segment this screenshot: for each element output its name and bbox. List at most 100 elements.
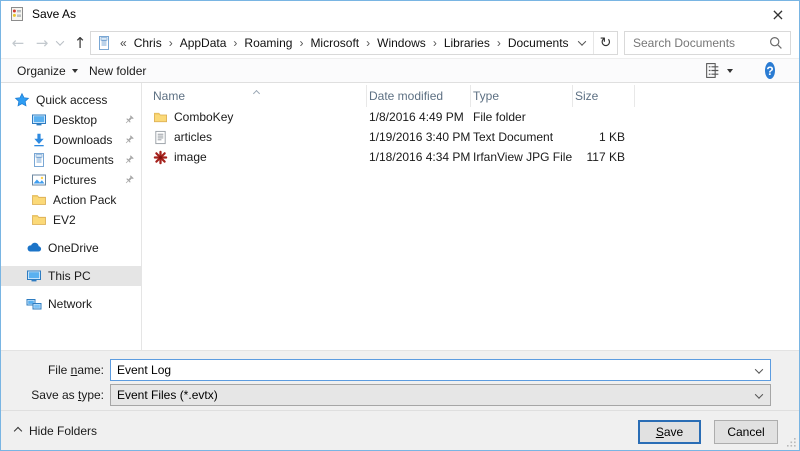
location-icon — [96, 35, 112, 51]
refresh-button[interactable]: ↻ — [593, 32, 617, 54]
pin-icon — [123, 154, 135, 166]
button-text: ave — [664, 425, 683, 439]
breadcrumb-separator-icon[interactable]: › — [362, 36, 374, 50]
button-accesskey: S — [656, 425, 664, 439]
breadcrumb-separator-icon[interactable]: › — [229, 36, 241, 50]
chevron-down-icon — [56, 37, 64, 45]
breadcrumb-item[interactable]: Windows — [374, 36, 429, 50]
sidebar-item-onedrive[interactable]: OneDrive — [1, 238, 141, 258]
pictures-icon — [31, 172, 47, 188]
up-icon: ↑ — [74, 36, 87, 51]
event-log-app-icon — [9, 6, 25, 22]
hide-folders-button[interactable]: Hide Folders — [15, 424, 97, 438]
sidebar-item-ev2[interactable]: EV2 — [1, 210, 141, 230]
breadcrumb-item[interactable]: Roaming — [241, 36, 295, 50]
sidebar-item-label: EV2 — [53, 213, 76, 227]
close-icon: × — [771, 5, 784, 24]
file-date-modified: 1/8/2016 4:49 PM — [367, 110, 471, 124]
sidebar-item-label: Pictures — [53, 173, 96, 187]
breadcrumb-item[interactable]: Microsoft — [307, 36, 362, 50]
label-text: ame: — [77, 363, 104, 377]
help-button[interactable]: ? — [757, 59, 783, 82]
sidebar-item-documents[interactable]: Documents — [1, 150, 141, 170]
breadcrumb-item[interactable]: Chris — [131, 36, 165, 50]
breadcrumb-overflow[interactable]: « — [116, 36, 131, 50]
column-label: Name — [153, 89, 185, 103]
breadcrumb-separator-icon[interactable]: › — [493, 36, 505, 50]
file-name: image — [174, 150, 207, 164]
help-icon: ? — [765, 62, 775, 79]
file-size: 1 KB — [573, 127, 635, 147]
back-button[interactable]: ← — [7, 32, 29, 54]
forward-icon: → — [36, 36, 49, 51]
sidebar-item-downloads[interactable]: Downloads — [1, 130, 141, 150]
change-view-button[interactable] — [696, 59, 741, 82]
chevron-down-icon — [756, 388, 762, 402]
breadcrumb-item[interactable]: Libraries — [441, 36, 493, 50]
sidebar-item-desktop[interactable]: Desktop — [1, 110, 141, 130]
label-text: Save as — [31, 388, 78, 402]
close-button[interactable]: × — [757, 1, 799, 27]
resize-grip[interactable] — [786, 437, 796, 447]
breadcrumb-separator-icon[interactable]: › — [295, 36, 307, 50]
address-bar[interactable]: « Chris › AppData › Roaming › Microsoft … — [90, 31, 618, 55]
hide-folders-label: Hide Folders — [29, 424, 97, 438]
breadcrumb-item[interactable]: AppData — [177, 36, 230, 50]
file-row-articles[interactable]: articles 1/19/2016 3:40 PM Text Document… — [151, 127, 799, 147]
chevron-up-icon — [14, 427, 22, 435]
column-header-name[interactable]: Name — [151, 85, 367, 107]
sidebar-item-pictures[interactable]: Pictures — [1, 170, 141, 190]
up-button[interactable]: ↑ — [69, 32, 91, 54]
recent-locations-button[interactable] — [53, 32, 67, 54]
cancel-button[interactable]: Cancel — [714, 420, 778, 444]
quick-access-star-icon — [14, 92, 30, 108]
search-input[interactable] — [625, 36, 768, 50]
window-title: Save As — [32, 7, 76, 21]
new-folder-button[interactable]: New folder — [81, 59, 154, 82]
main-area: Quick access Desktop — [1, 83, 799, 350]
image-file-icon — [153, 150, 168, 165]
dialog-footer: File name: Save as type: Event Files (*.… — [1, 350, 799, 450]
file-name-label: File name: — [1, 363, 104, 377]
file-name-combobox[interactable] — [110, 359, 771, 381]
chevron-down-icon[interactable] — [756, 363, 762, 377]
this-pc-icon — [26, 268, 42, 284]
column-header-date-modified[interactable]: Date modified — [367, 85, 471, 107]
file-list-pane: Name Date modified Type Size — [143, 83, 799, 350]
sidebar-item-network[interactable]: Network — [1, 294, 141, 314]
breadcrumb-separator-icon[interactable]: › — [165, 36, 177, 50]
sidebar-item-label: Desktop — [53, 113, 97, 127]
sidebar-item-label: Network — [48, 297, 92, 311]
pin-icon — [123, 174, 135, 186]
column-header-size[interactable]: Size — [573, 85, 635, 107]
navigation-pane: Quick access Desktop — [1, 83, 142, 350]
column-label: Size — [575, 89, 598, 103]
save-button[interactable]: Save — [638, 420, 701, 444]
sidebar-item-action-pack[interactable]: Action Pack — [1, 190, 141, 210]
file-name-input[interactable] — [111, 363, 756, 377]
search-box[interactable] — [624, 31, 791, 55]
file-row-combokey[interactable]: ComboKey 1/8/2016 4:49 PM File folder — [151, 107, 799, 127]
column-header-type[interactable]: Type — [471, 85, 573, 107]
column-label: Type — [473, 89, 499, 103]
save-as-type-select[interactable]: Event Files (*.evtx) — [110, 384, 771, 406]
pin-icon — [123, 134, 135, 146]
save-as-dialog: Save As × ← → ↑ « Chris › AppData — [0, 0, 800, 451]
text-file-icon — [153, 130, 168, 145]
organize-button[interactable]: Organize — [9, 59, 86, 82]
sidebar-item-quick-access[interactable]: Quick access — [1, 90, 141, 110]
desktop-icon — [31, 112, 47, 128]
back-icon: ← — [12, 36, 25, 51]
forward-button[interactable]: → — [31, 32, 53, 54]
address-dropdown-button[interactable] — [572, 40, 594, 46]
breadcrumb-separator-icon[interactable]: › — [429, 36, 441, 50]
sidebar-item-this-pc[interactable]: This PC — [1, 266, 141, 286]
file-size: 117 KB — [573, 147, 635, 167]
column-label: Date modified — [369, 89, 443, 103]
folder-icon — [153, 110, 168, 125]
search-icon[interactable] — [768, 35, 784, 51]
breadcrumb-item[interactable]: Documents — [505, 36, 572, 50]
pin-icon — [123, 114, 135, 126]
sidebar-group-gap — [1, 230, 141, 238]
file-row-image[interactable]: image 1/18/2016 4:34 PM IrfanView JPG Fi… — [151, 147, 799, 167]
